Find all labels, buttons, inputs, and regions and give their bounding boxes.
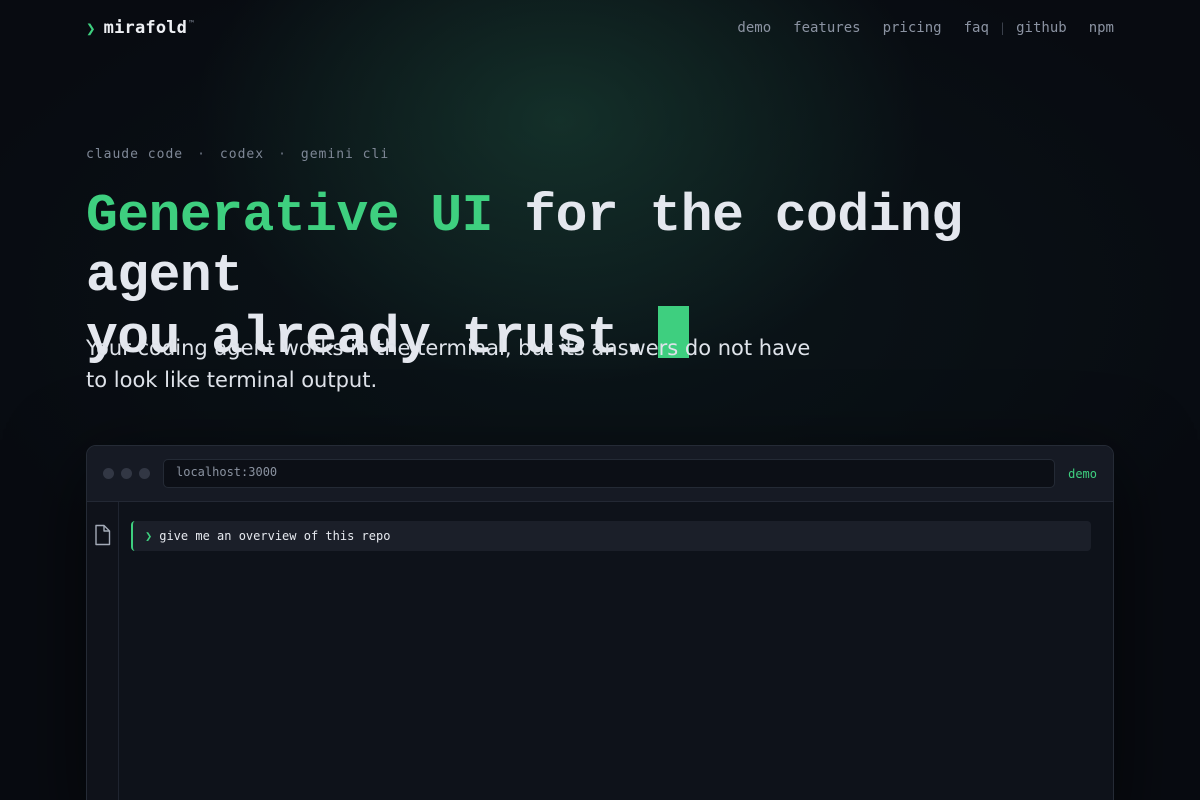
supported-agents-eyebrow: claude code · codex · gemini cli	[86, 147, 389, 162]
window-controls	[103, 468, 150, 479]
window-dot-icon	[121, 468, 132, 479]
headline-accent: Generative UI	[86, 186, 493, 246]
nav-links: demo features pricing faq | github npm	[737, 20, 1114, 36]
demo-tag: demo	[1068, 466, 1097, 481]
window-dot-icon	[103, 468, 114, 479]
brand-logo[interactable]: ❯ mirafold ™	[86, 18, 194, 38]
nav-link-npm[interactable]: npm	[1089, 20, 1114, 36]
demo-chat-area: ❯ give me an overview of this repo	[119, 502, 1113, 800]
window-dot-icon	[139, 468, 150, 479]
url-bar[interactable]: localhost:3000	[163, 459, 1056, 488]
prompt-chevron-icon: ❯	[145, 529, 153, 543]
brand-chevron-icon: ❯	[86, 18, 96, 38]
nav-separator: |	[998, 21, 1007, 35]
file-icon[interactable]	[94, 524, 111, 546]
eyebrow-item: claude code	[86, 147, 184, 162]
window-titlebar: localhost:3000 demo	[87, 446, 1113, 502]
prompt-text: give me an overview of this repo	[159, 529, 391, 543]
demo-sidebar	[87, 502, 119, 800]
hero-subhead: Your coding agent works in the terminal,…	[86, 336, 811, 392]
nav-link-faq[interactable]: faq	[964, 20, 989, 36]
window-body: ❯ give me an overview of this repo	[87, 502, 1113, 800]
eyebrow-item: codex	[219, 147, 265, 162]
brand-name: mirafold	[103, 18, 188, 38]
eyebrow-separator: ·	[278, 147, 287, 162]
eyebrow-item: gemini cli	[300, 147, 390, 162]
eyebrow-separator: ·	[197, 147, 206, 162]
user-prompt-message: ❯ give me an overview of this repo	[131, 521, 1091, 551]
demo-browser-window: localhost:3000 demo ❯ give me an overvie…	[86, 445, 1114, 800]
nav-link-pricing[interactable]: pricing	[883, 20, 942, 36]
nav-link-github[interactable]: github	[1016, 20, 1067, 36]
nav-link-demo[interactable]: demo	[737, 20, 771, 36]
top-nav: ❯ mirafold ™ demo features pricing faq |…	[86, 14, 1114, 42]
nav-link-features[interactable]: features	[793, 20, 860, 36]
trademark-mark: ™	[189, 18, 194, 28]
